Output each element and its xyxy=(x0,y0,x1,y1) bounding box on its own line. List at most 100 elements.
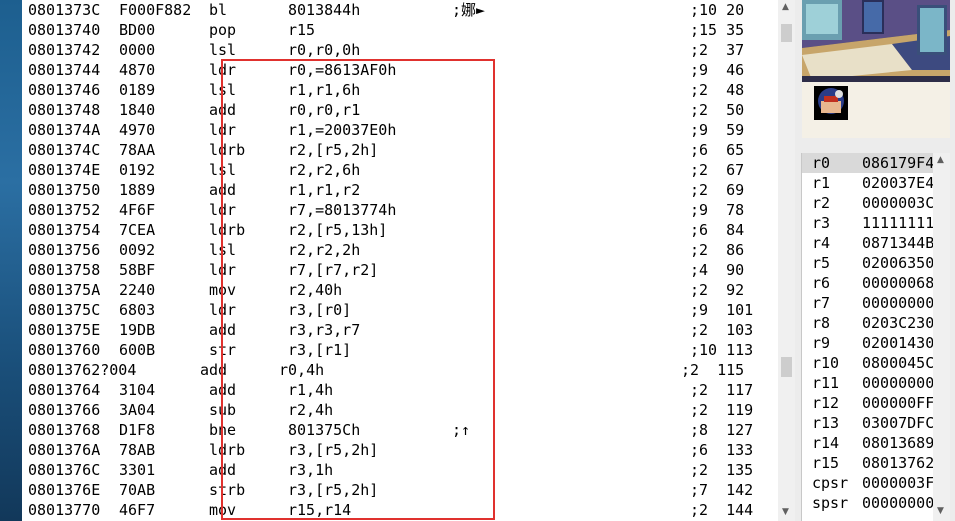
register-row[interactable]: r3 11111111 xyxy=(802,213,934,233)
game-screen-preview[interactable] xyxy=(802,0,950,138)
operands-cell: 8013844h xyxy=(288,1,361,19)
cycles-cell: ;9 59 xyxy=(690,121,745,139)
cycles-cell: ;10 113 xyxy=(690,341,754,359)
register-value: 0000003C xyxy=(862,194,935,212)
register-name: r5 xyxy=(812,254,831,272)
opcode-cell: 4F6F xyxy=(119,201,156,219)
register-value: 11111111 xyxy=(862,214,935,232)
register-name: r15 xyxy=(812,454,840,472)
disassembly-row[interactable]: 0801373C F000F882 bl 8013844h ;娜► ;10 20 xyxy=(22,0,778,20)
register-list[interactable]: r0 086179F4 r1 020037E4 r2 0000003C r3 11111111… xyxy=(801,153,934,521)
mnemonic-cell: pop xyxy=(209,21,237,39)
cycles-cell: ;2 50 xyxy=(690,101,745,119)
register-row[interactable]: r10 0800045C xyxy=(802,353,934,373)
address-cell: 0801376E xyxy=(28,481,101,499)
address-cell: 08013768 xyxy=(28,421,101,439)
register-scroll-up-arrow-icon[interactable]: ▲ xyxy=(937,155,944,165)
register-name: r11 xyxy=(812,374,840,392)
address-cell: 08013766 xyxy=(28,401,101,419)
scroll-thumb-lower[interactable] xyxy=(781,357,792,377)
opcode-cell: BD00 xyxy=(119,21,156,39)
register-row[interactable]: r5 02006350 xyxy=(802,253,934,273)
address-cell: 0801375C xyxy=(28,301,101,319)
register-name: r8 xyxy=(812,314,831,332)
register-scrollbar[interactable]: ▲ ▼ xyxy=(933,153,950,521)
cycles-cell: ;2 119 xyxy=(690,401,754,419)
mnemonic-cell: bl xyxy=(209,1,228,19)
register-value: 03007DFC xyxy=(862,414,935,432)
register-name: r10 xyxy=(812,354,840,372)
register-value: 020037E4 xyxy=(862,174,935,192)
game-scene-image xyxy=(802,0,950,138)
cycles-cell: ;9 78 xyxy=(690,201,745,219)
register-row[interactable]: r7 00000000 xyxy=(802,293,934,313)
comment-cell: ;娜► xyxy=(452,1,486,19)
register-name: spsr xyxy=(812,494,849,512)
opcode-cell: 46F7 xyxy=(119,501,156,519)
register-row[interactable]: r14 08013689 xyxy=(802,433,934,453)
register-value: 086179F4 xyxy=(862,154,935,172)
scroll-thumb[interactable] xyxy=(781,24,792,42)
register-row[interactable]: r9 02001430 xyxy=(802,333,934,353)
register-value: 02006350 xyxy=(862,254,935,272)
cycles-cell: ;9 101 xyxy=(690,301,754,319)
operands-cell: r0,r0,0h xyxy=(288,41,361,59)
address-cell: 0801374E xyxy=(28,161,101,179)
address-cell: 08013754 xyxy=(28,221,101,239)
opcode-cell: 7CEA xyxy=(119,221,156,239)
right-panel: r0 086179F4 r1 020037E4 r2 0000003C r3 11111111… xyxy=(795,0,955,521)
register-row[interactable]: r6 00000068 xyxy=(802,273,934,293)
address-cell: 08013742 xyxy=(28,41,101,59)
register-row[interactable]: cpsr 0000003F xyxy=(802,473,934,493)
register-value: 00000000 xyxy=(862,494,935,512)
opcode-cell: 2240 xyxy=(119,281,156,299)
disassembly-row[interactable]: 08013742 0000 lsl r0,r0,0h ;2 37 xyxy=(22,40,778,60)
register-name: r0 xyxy=(812,154,831,172)
address-cell: 08013758 xyxy=(28,261,101,279)
address-cell: 0801375A xyxy=(28,281,101,299)
desktop-background-strip xyxy=(0,0,22,521)
scroll-down-arrow-icon[interactable]: ▼ xyxy=(782,507,789,517)
register-name: r7 xyxy=(812,294,831,312)
register-row[interactable]: r1 020037E4 xyxy=(802,173,934,193)
opcode-cell: 0092 xyxy=(119,241,156,259)
register-row[interactable]: r11 00000000 xyxy=(802,373,934,393)
register-name: r4 xyxy=(812,234,831,252)
opcode-cell: 6803 xyxy=(119,301,156,319)
register-value: 000000FF xyxy=(862,394,935,412)
register-row[interactable]: r13 03007DFC xyxy=(802,413,934,433)
disassembly-row[interactable]: 08013740 BD00 pop r15 ;15 35 xyxy=(22,20,778,40)
cycles-cell: ;6 133 xyxy=(690,441,754,459)
cycles-cell: ;2 37 xyxy=(690,41,745,59)
disassembly-view[interactable]: 0801373C F000F882 bl 8013844h ;娜► ;10 20 08013… xyxy=(22,0,778,521)
highlight-box xyxy=(221,59,495,520)
cycles-cell: ;2 144 xyxy=(690,501,754,519)
register-row[interactable]: r2 0000003C xyxy=(802,193,934,213)
address-cell: 08013750 xyxy=(28,181,101,199)
opcode-cell: 0000 xyxy=(119,41,156,59)
scroll-up-arrow-icon[interactable]: ▲ xyxy=(782,2,789,12)
register-scroll-down-arrow-icon[interactable]: ▼ xyxy=(937,506,944,516)
register-name: r6 xyxy=(812,274,831,292)
address-cell: 08013760 xyxy=(28,341,101,359)
register-row[interactable]: r8 0203C230 xyxy=(802,313,934,333)
register-value: 0800045C xyxy=(862,354,935,372)
register-row[interactable]: r15 08013762 xyxy=(802,453,934,473)
address-cell: 0801376A xyxy=(28,441,101,459)
disassembly-scrollbar[interactable]: ▲ ▼ xyxy=(778,0,795,521)
cycles-cell: ;2 103 xyxy=(690,321,754,339)
address-cell: 08013764 xyxy=(28,381,101,399)
opcode-cell: 1889 xyxy=(119,181,156,199)
address-cell: 08013746 xyxy=(28,81,101,99)
address-cell: 08013762?004 xyxy=(28,361,137,379)
opcode-cell: 1840 xyxy=(119,101,156,119)
register-row[interactable]: r12 000000FF xyxy=(802,393,934,413)
opcode-cell: 58BF xyxy=(119,261,156,279)
cycles-cell: ;4 90 xyxy=(690,261,745,279)
register-name: r14 xyxy=(812,434,840,452)
register-row[interactable]: spsr 00000000 xyxy=(802,493,934,513)
register-row[interactable]: r4 0871344B xyxy=(802,233,934,253)
register-value: 00000068 xyxy=(862,274,935,292)
cycles-cell: ;10 20 xyxy=(690,1,745,19)
register-row[interactable]: r0 086179F4 xyxy=(802,153,934,173)
